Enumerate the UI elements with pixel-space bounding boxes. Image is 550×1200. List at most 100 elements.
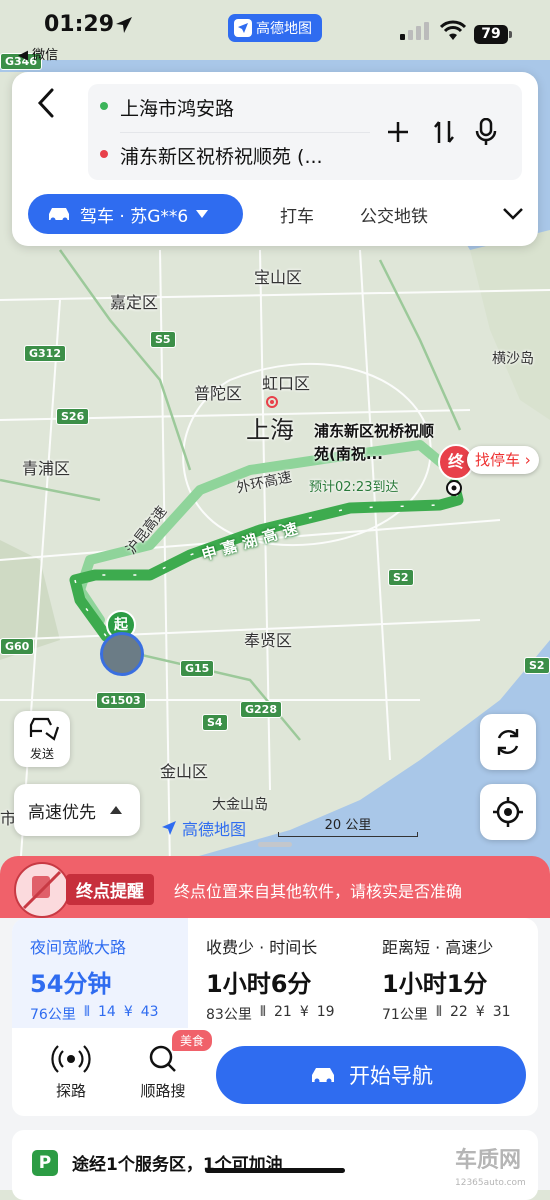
search-along-route-button[interactable]: 顺路搜 xyxy=(128,1042,198,1106)
map-label-putuo: 普陀区 xyxy=(194,384,243,403)
amap-watermark-icon xyxy=(162,821,176,835)
probe-road-label: 探路 xyxy=(55,1082,86,1100)
site-watermark-main: 车质网 xyxy=(455,1148,522,1173)
toll-amount: 19 xyxy=(316,1004,335,1020)
car-icon xyxy=(312,1068,334,1084)
map-scale-label: 20 公里 xyxy=(324,818,372,833)
start-navigation-label: 开始导航 xyxy=(349,1064,433,1088)
send-label: 发送 xyxy=(29,747,54,761)
app-indicator-label: 高德地图 xyxy=(256,21,312,37)
address-divider xyxy=(120,132,370,133)
car-icon xyxy=(49,208,69,223)
route-option-time: 1小时1分 xyxy=(382,970,488,998)
probe-road-button[interactable]: 探路 xyxy=(36,1042,106,1106)
route-card: 上海市鸿安路 浦东新区祝桥祝顺苑 (... 驾车 · 苏G**6 打车 公交地铁 xyxy=(12,72,538,246)
destination-input[interactable]: 浦东新区祝桥祝顺苑 (... xyxy=(120,142,323,169)
amap-logo-icon xyxy=(234,19,252,37)
destination-marker-dot xyxy=(451,485,457,491)
find-parking-label: 找停车 xyxy=(475,451,521,469)
map-label-baoshan: 宝山区 xyxy=(254,268,303,287)
eta-label: 预计02:23到达 xyxy=(309,480,399,495)
tab-driving-label: 驾车 · 苏G**6 xyxy=(80,206,189,227)
road-badge: G312 xyxy=(24,345,66,362)
road-badge: S2 xyxy=(388,569,414,586)
map-label-fengxian: 奉贤区 xyxy=(244,631,293,650)
wifi-icon xyxy=(440,20,466,40)
user-location-avatar[interactable] xyxy=(100,632,144,676)
travel-mode-tabs: 驾车 · 苏G**6 打车 公交地铁 xyxy=(28,194,528,234)
tab-transit[interactable]: 公交地铁 xyxy=(360,202,428,227)
route-bottom-sheet: 终点提醒 终点位置来自其他软件，请核实是否准确 夜间宽敞大路 54分钟 76公里… xyxy=(0,856,550,1200)
traffic-light-count: 22 xyxy=(450,1004,468,1020)
road-badge: S5 xyxy=(150,331,176,348)
battery-level: 79 xyxy=(474,25,508,44)
toll-amount: 31 xyxy=(492,1004,511,1020)
road-badge: S2 xyxy=(524,657,550,674)
send-to-car-button[interactable]: 发送 xyxy=(14,711,70,767)
my-location-button[interactable] xyxy=(480,784,536,840)
chevron-right-icon: › xyxy=(520,451,531,469)
map-watermark-label: 高德地图 xyxy=(182,820,247,839)
status-time: 01:29 xyxy=(44,12,115,37)
back-to-app-link[interactable]: ◀ 微信 xyxy=(18,44,58,63)
home-indicator[interactable] xyxy=(205,1168,345,1173)
road-badge: G15 xyxy=(180,660,215,677)
refresh-icon xyxy=(497,729,519,755)
map-label-hongkou: 虹口区 xyxy=(262,374,311,393)
road-badge: S4 xyxy=(202,714,228,731)
map-label-dajinshan: 大金山岛 xyxy=(212,797,268,813)
add-waypoint-icon[interactable] xyxy=(384,118,412,146)
route-option-meta: 83公里 ⦀ 21 ¥19 xyxy=(206,1004,335,1024)
microphone-icon[interactable] xyxy=(472,118,500,146)
route-preference-button[interactable]: 高速优先 xyxy=(14,784,140,836)
route-option-title: 收费少 · 时间长 xyxy=(206,938,318,957)
road-badge: G1503 xyxy=(96,692,146,709)
route-option-time: 54分钟 xyxy=(30,970,112,998)
find-parking-button[interactable]: 找停车 › xyxy=(467,446,539,474)
swap-icon[interactable] xyxy=(430,118,458,146)
status-bar: 01:29 ◀ 微信 高德地图 79 xyxy=(0,0,550,64)
island-hengsha xyxy=(470,230,550,420)
back-arrow-icon[interactable] xyxy=(32,86,62,120)
map-label-qingpu: 青浦区 xyxy=(22,459,71,478)
route-distance: 83公里 xyxy=(206,1007,252,1023)
parking-warning-icon xyxy=(14,862,70,918)
origin-input[interactable]: 上海市鸿安路 xyxy=(120,94,234,121)
sheet-grab-handle[interactable] xyxy=(258,842,292,847)
tab-driving[interactable]: 驾车 · 苏G**6 xyxy=(28,194,243,234)
route-options-card: 夜间宽敞大路 54分钟 76公里 ⦀ 14 ¥43 收费少 · 时间长 1小时6分… xyxy=(12,918,538,1116)
route-option-meta: 71公里 ⦀ 22 ¥31 xyxy=(382,1004,511,1024)
refresh-route-button[interactable] xyxy=(480,714,536,770)
map-scale: 20 公里 xyxy=(278,814,418,837)
start-navigation-button[interactable]: 开始导航 xyxy=(216,1046,526,1104)
chevron-down-icon[interactable] xyxy=(500,200,526,226)
route-option-2[interactable]: 收费少 · 时间长 1小时6分 83公里 ⦀ 21 ¥19 xyxy=(188,918,364,1028)
origin-dot-icon xyxy=(100,102,108,110)
route-option-3[interactable]: 距离短 · 高速少 1小时1分 71公里 ⦀ 22 ¥31 xyxy=(364,918,540,1028)
toll-amount: 43 xyxy=(140,1004,159,1020)
toll-icon: ¥ xyxy=(299,1004,309,1020)
highway-network xyxy=(0,249,462,741)
traffic-light-icon: ⦀ xyxy=(435,1004,442,1020)
route-option-title: 距离短 · 高速少 xyxy=(382,938,494,957)
route-preference-label: 高速优先 xyxy=(28,802,96,823)
app-indicator: 高德地图 xyxy=(228,14,322,42)
route-option-time: 1小时6分 xyxy=(206,970,312,998)
road-badge: G60 xyxy=(0,638,35,655)
search-along-route-label: 顺路搜 xyxy=(140,1082,186,1100)
road-badge: G228 xyxy=(240,701,282,718)
traffic-light-icon: ⦀ xyxy=(259,1004,266,1020)
tab-taxi[interactable]: 打车 xyxy=(280,202,314,227)
map-watermark: 高德地图 xyxy=(160,816,246,840)
address-box: 上海市鸿安路 浦东新区祝桥祝顺苑 (... xyxy=(88,84,522,180)
route-option-1[interactable]: 夜间宽敞大路 54分钟 76公里 ⦀ 14 ¥43 xyxy=(12,918,188,1028)
road-badge: S26 xyxy=(56,408,90,425)
map-scale-line xyxy=(278,832,418,837)
destination-label: 浦东新区祝桥祝顺苑(南祝... xyxy=(314,422,435,463)
site-watermark-sub: 12365auto.com xyxy=(455,1178,526,1188)
route-distance: 71公里 xyxy=(382,1007,428,1023)
battery-tip xyxy=(509,31,512,38)
destination-dot-icon xyxy=(100,150,108,158)
cellular-signal-icon xyxy=(400,22,429,40)
traffic-light-count: 14 xyxy=(98,1004,116,1020)
